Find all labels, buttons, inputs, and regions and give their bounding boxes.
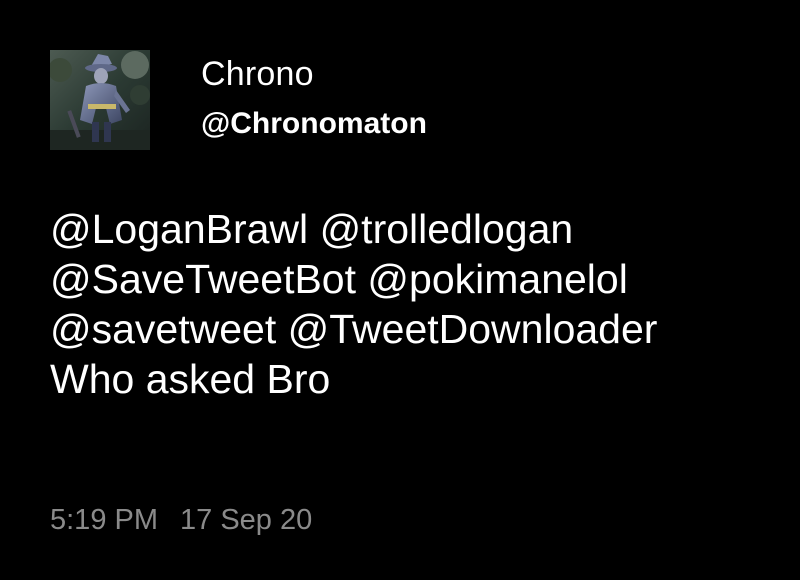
mention-link[interactable]: @LoganBrawl: [50, 206, 308, 252]
mention-link[interactable]: @pokimanelol: [367, 256, 627, 302]
mention-link[interactable]: @trolledlogan: [320, 206, 574, 252]
tweet-line: @savetweet @TweetDownloader: [50, 304, 770, 354]
avatar[interactable]: [50, 50, 150, 150]
tweet-date: 17 Sep 20: [180, 504, 313, 536]
tweet-text: @LoganBrawl @trolledlogan @SaveTweetBot …: [50, 204, 770, 404]
tweet-timestamp: 5:19 PM 17 Sep 20: [50, 502, 312, 538]
armored-knight-avatar-icon: [50, 50, 150, 150]
mention-link[interactable]: @savetweet: [50, 306, 276, 352]
mention-link[interactable]: @SaveTweetBot: [50, 256, 356, 302]
tweet-line: @SaveTweetBot @pokimanelol: [50, 254, 770, 304]
tweet-line: @LoganBrawl @trolledlogan: [50, 204, 770, 254]
mention-link[interactable]: @TweetDownloader: [288, 306, 658, 352]
tweet-card: Chrono @Chronomaton @LoganBrawl @trolled…: [0, 0, 800, 580]
user-handle[interactable]: @Chronomaton: [201, 106, 427, 142]
tweet-message: Who asked Bro: [50, 356, 331, 402]
display-name[interactable]: Chrono: [201, 54, 314, 94]
tweet-time: 5:19 PM: [50, 504, 158, 536]
